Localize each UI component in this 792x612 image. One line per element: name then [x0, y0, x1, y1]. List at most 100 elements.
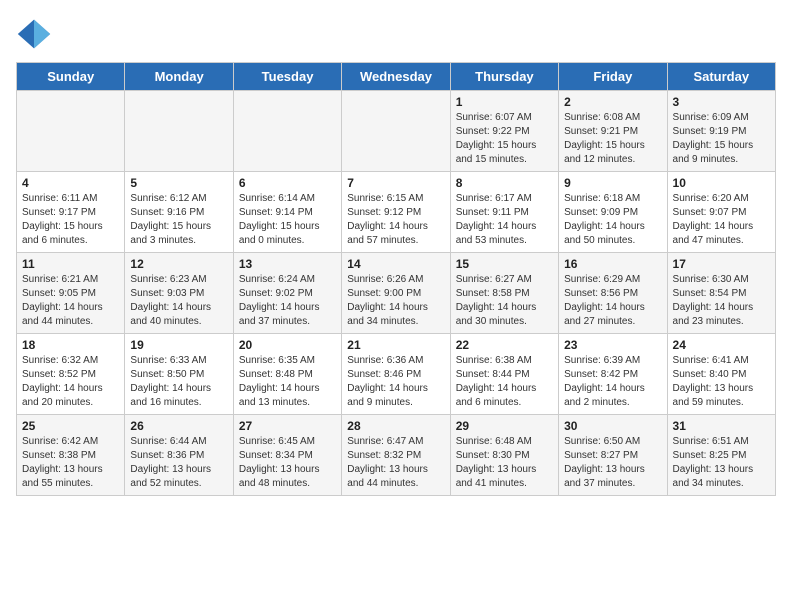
day-number: 8 — [456, 176, 553, 190]
calendar-cell: 19 Sunrise: 6:33 AMSunset: 8:50 PMDayligh… — [125, 334, 233, 415]
logo — [16, 16, 58, 52]
day-info: Sunrise: 6:38 AMSunset: 8:44 PMDaylight:… — [456, 354, 553, 410]
day-info: Sunrise: 6:41 AMSunset: 8:40 PMDaylight:… — [673, 354, 770, 410]
calendar-cell: 22Sunrise: 6:38 AMSunset: 8:44 PMDayligh… — [450, 334, 558, 415]
day-info: Sunrise: 6:47 AMSunset: 8:32 PMDaylight:… — [347, 435, 444, 491]
calendar-cell: 13 Sunrise: 6:24 AMSunset: 9:02 PMDayligh… — [233, 253, 341, 334]
logo-icon — [16, 16, 52, 52]
day-info: Sunrise: 6:21 AMSunset: 9:05 PMDaylight:… — [22, 273, 119, 329]
day-info: Sunrise: 6:35 AMSunset: 8:48 PMDaylight:… — [239, 354, 336, 410]
day-number: 10 — [673, 176, 770, 190]
day-info: Sunrise: 6:36 AMSunset: 8:46 PMDaylight:… — [347, 354, 444, 410]
day-info: Sunrise: 6:45 AMSunset: 8:34 PMDaylight:… — [239, 435, 336, 491]
calendar-cell: 23 Sunrise: 6:39 AMSunset: 8:42 PMDayligh… — [559, 334, 667, 415]
calendar-week-row: 11 Sunrise: 6:21 AMSunset: 9:05 PMDayligh… — [17, 253, 776, 334]
day-number: 1 — [456, 95, 553, 109]
day-number: 18 — [22, 338, 119, 352]
calendar-cell: 4 Sunrise: 6:11 AMSunset: 9:17 PMDaylight… — [17, 172, 125, 253]
day-number: 4 — [22, 176, 119, 190]
calendar-cell — [17, 91, 125, 172]
calendar-cell: 15 Sunrise: 6:27 AMSunset: 8:58 PMDayligh… — [450, 253, 558, 334]
day-info: Sunrise: 6:48 AMSunset: 8:30 PMDaylight:… — [456, 435, 553, 491]
weekday-header-row: SundayMondayTuesdayWednesdayThursdayFrid… — [17, 63, 776, 91]
day-info: Sunrise: 6:32 AMSunset: 8:52 PMDaylight:… — [22, 354, 119, 410]
day-number: 24 — [673, 338, 770, 352]
day-number: 23 — [564, 338, 661, 352]
day-number: 25 — [22, 419, 119, 433]
calendar-cell: 30 Sunrise: 6:50 AMSunset: 8:27 PMDayligh… — [559, 415, 667, 496]
day-number: 12 — [130, 257, 227, 271]
calendar-cell: 31 Sunrise: 6:51 AMSunset: 8:25 PMDayligh… — [667, 415, 775, 496]
calendar-cell: 5 Sunrise: 6:12 AMSunset: 9:16 PMDaylight… — [125, 172, 233, 253]
calendar-week-row: 25 Sunrise: 6:42 AMSunset: 8:38 PMDayligh… — [17, 415, 776, 496]
calendar-week-row: 1Sunrise: 6:07 AMSunset: 9:22 PMDaylight… — [17, 91, 776, 172]
calendar-cell: 21 Sunrise: 6:36 AMSunset: 8:46 PMDayligh… — [342, 334, 450, 415]
calendar-cell: 28 Sunrise: 6:47 AMSunset: 8:32 PMDayligh… — [342, 415, 450, 496]
day-info: Sunrise: 6:17 AMSunset: 9:11 PMDaylight:… — [456, 192, 553, 248]
day-number: 28 — [347, 419, 444, 433]
calendar-cell: 10 Sunrise: 6:20 AMSunset: 9:07 PMDayligh… — [667, 172, 775, 253]
day-number: 29 — [456, 419, 553, 433]
calendar-cell: 18 Sunrise: 6:32 AMSunset: 8:52 PMDayligh… — [17, 334, 125, 415]
day-info: Sunrise: 6:15 AMSunset: 9:12 PMDaylight:… — [347, 192, 444, 248]
day-number: 11 — [22, 257, 119, 271]
day-info: Sunrise: 6:39 AMSunset: 8:42 PMDaylight:… — [564, 354, 661, 410]
weekday-header: Sunday — [17, 63, 125, 91]
day-number: 27 — [239, 419, 336, 433]
day-info: Sunrise: 6:08 AMSunset: 9:21 PMDaylight:… — [564, 111, 661, 167]
day-number: 2 — [564, 95, 661, 109]
calendar-cell: 17 Sunrise: 6:30 AMSunset: 8:54 PMDayligh… — [667, 253, 775, 334]
calendar-cell: 3Sunrise: 6:09 AMSunset: 9:19 PMDaylight… — [667, 91, 775, 172]
day-info: Sunrise: 6:33 AMSunset: 8:50 PMDaylight:… — [130, 354, 227, 410]
calendar-cell: 12 Sunrise: 6:23 AMSunset: 9:03 PMDayligh… — [125, 253, 233, 334]
day-info: Sunrise: 6:44 AMSunset: 8:36 PMDaylight:… — [130, 435, 227, 491]
calendar-week-row: 18 Sunrise: 6:32 AMSunset: 8:52 PMDayligh… — [17, 334, 776, 415]
day-info: Sunrise: 6:24 AMSunset: 9:02 PMDaylight:… — [239, 273, 336, 329]
calendar-cell: 7 Sunrise: 6:15 AMSunset: 9:12 PMDaylight… — [342, 172, 450, 253]
day-info: Sunrise: 6:51 AMSunset: 8:25 PMDaylight:… — [673, 435, 770, 491]
day-number: 6 — [239, 176, 336, 190]
day-number: 15 — [456, 257, 553, 271]
calendar-cell: 27 Sunrise: 6:45 AMSunset: 8:34 PMDayligh… — [233, 415, 341, 496]
day-info: Sunrise: 6:23 AMSunset: 9:03 PMDaylight:… — [130, 273, 227, 329]
weekday-header: Monday — [125, 63, 233, 91]
day-info: Sunrise: 6:42 AMSunset: 8:38 PMDaylight:… — [22, 435, 119, 491]
calendar-cell — [233, 91, 341, 172]
calendar-cell: 9 Sunrise: 6:18 AMSunset: 9:09 PMDaylight… — [559, 172, 667, 253]
day-info: Sunrise: 6:26 AMSunset: 9:00 PMDaylight:… — [347, 273, 444, 329]
weekday-header: Friday — [559, 63, 667, 91]
day-info: Sunrise: 6:30 AMSunset: 8:54 PMDaylight:… — [673, 273, 770, 329]
weekday-header: Tuesday — [233, 63, 341, 91]
day-number: 7 — [347, 176, 444, 190]
day-number: 13 — [239, 257, 336, 271]
day-info: Sunrise: 6:11 AMSunset: 9:17 PMDaylight:… — [22, 192, 119, 248]
day-number: 16 — [564, 257, 661, 271]
calendar-cell: 16Sunrise: 6:29 AMSunset: 8:56 PMDayligh… — [559, 253, 667, 334]
day-number: 31 — [673, 419, 770, 433]
weekday-header: Saturday — [667, 63, 775, 91]
calendar-cell: 2 Sunrise: 6:08 AMSunset: 9:21 PMDaylight… — [559, 91, 667, 172]
day-number: 30 — [564, 419, 661, 433]
day-number: 19 — [130, 338, 227, 352]
day-info: Sunrise: 6:50 AMSunset: 8:27 PMDaylight:… — [564, 435, 661, 491]
day-info: Sunrise: 6:18 AMSunset: 9:09 PMDaylight:… — [564, 192, 661, 248]
day-number: 9 — [564, 176, 661, 190]
day-number: 21 — [347, 338, 444, 352]
calendar-table: SundayMondayTuesdayWednesdayThursdayFrid… — [16, 62, 776, 496]
calendar-cell: 24 Sunrise: 6:41 AMSunset: 8:40 PMDayligh… — [667, 334, 775, 415]
day-number: 17 — [673, 257, 770, 271]
calendar-cell: 14 Sunrise: 6:26 AMSunset: 9:00 PMDayligh… — [342, 253, 450, 334]
day-info: Sunrise: 6:20 AMSunset: 9:07 PMDaylight:… — [673, 192, 770, 248]
day-info: Sunrise: 6:12 AMSunset: 9:16 PMDaylight:… — [130, 192, 227, 248]
calendar-cell: 25 Sunrise: 6:42 AMSunset: 8:38 PMDayligh… — [17, 415, 125, 496]
page-header — [16, 16, 776, 52]
day-number: 20 — [239, 338, 336, 352]
day-info: Sunrise: 6:27 AMSunset: 8:58 PMDaylight:… — [456, 273, 553, 329]
day-number: 14 — [347, 257, 444, 271]
calendar-cell: 1Sunrise: 6:07 AMSunset: 9:22 PMDaylight… — [450, 91, 558, 172]
calendar-cell: 8 Sunrise: 6:17 AMSunset: 9:11 PMDaylight… — [450, 172, 558, 253]
calendar-cell: 6Sunrise: 6:14 AMSunset: 9:14 PMDaylight… — [233, 172, 341, 253]
day-info: Sunrise: 6:09 AMSunset: 9:19 PMDaylight:… — [673, 111, 770, 167]
weekday-header: Wednesday — [342, 63, 450, 91]
day-number: 5 — [130, 176, 227, 190]
